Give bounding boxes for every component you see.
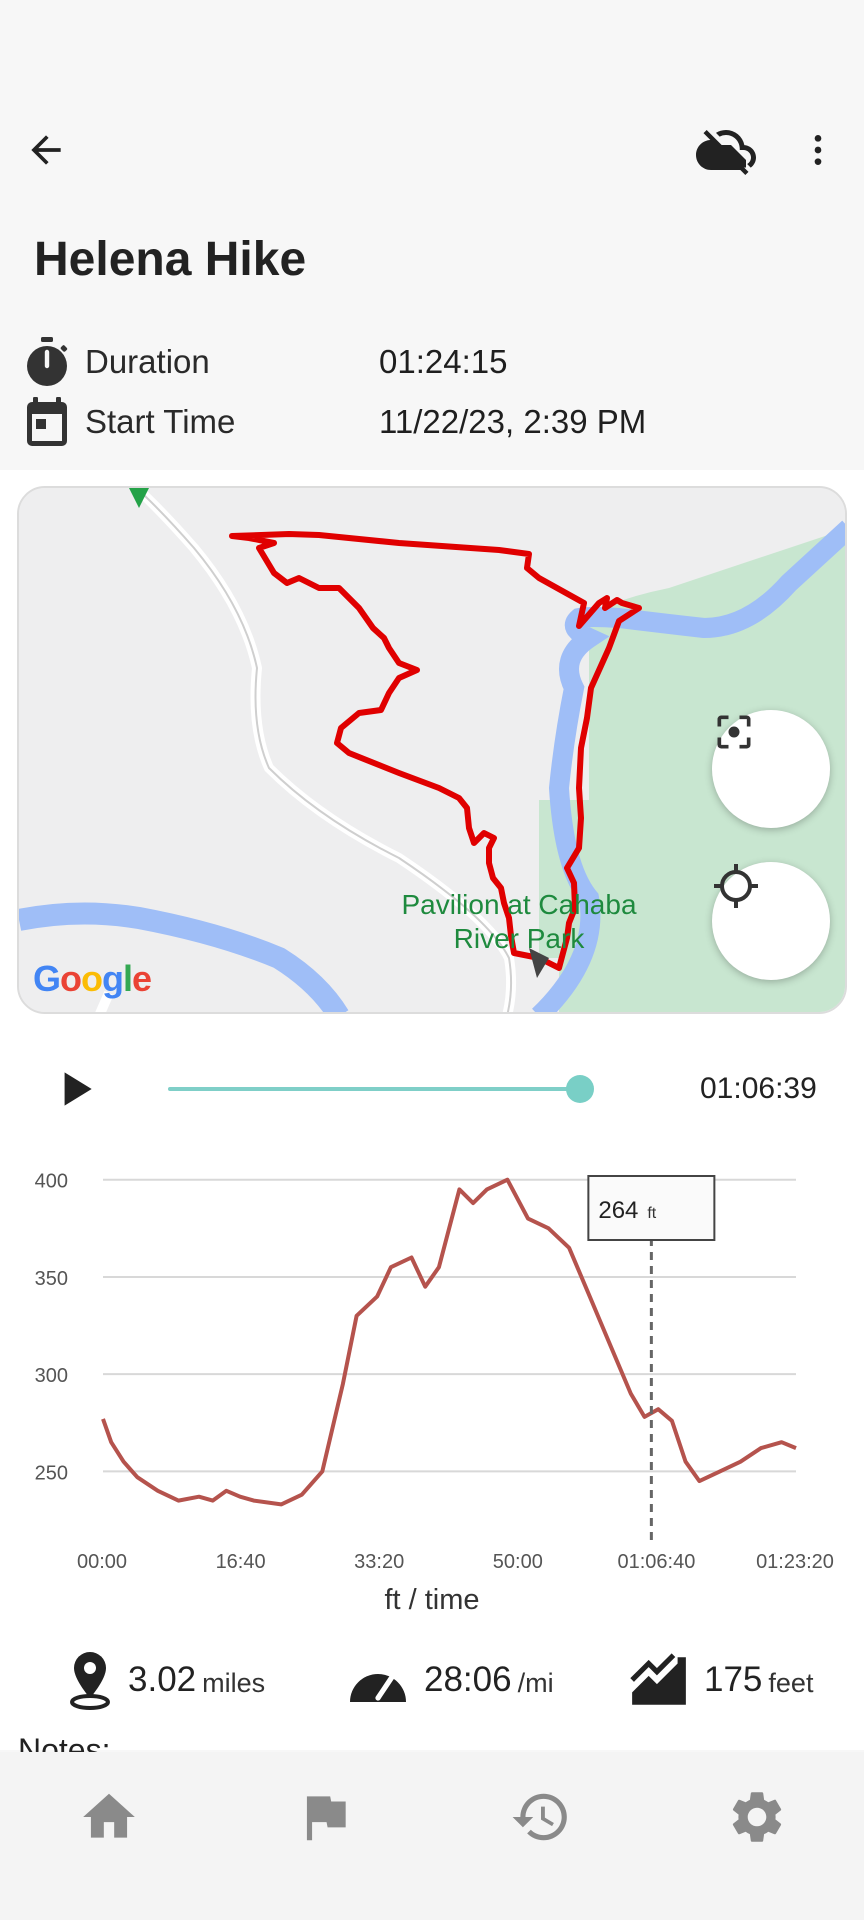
google-logo: Google (33, 958, 152, 999)
x-tick-label: 16:40 (216, 1551, 266, 1573)
settings-icon (732, 1792, 782, 1842)
location-pin-icon (70, 1652, 110, 1710)
more-vert-icon (814, 135, 822, 165)
chart-marker-unit: ft (647, 1205, 656, 1222)
playback-slider-thumb[interactable] (566, 1075, 594, 1103)
speedometer-icon (350, 1671, 406, 1702)
x-tick-label: 33:20 (354, 1551, 404, 1573)
start-time-label: Start Time (85, 403, 236, 440)
chart-axis-label: ft / time (384, 1584, 480, 1616)
center-focus-icon (717, 715, 751, 749)
distance-unit: miles (202, 1667, 266, 1698)
nav-settings[interactable] (722, 1782, 792, 1852)
start-time-value: 11/22/23, 2:39 PM (379, 403, 647, 440)
cloud-sync-button[interactable] (690, 110, 762, 190)
notes-label: Notes: (18, 1732, 111, 1754)
distance-stat: 3.02 miles (66, 1640, 265, 1720)
flag-icon (306, 1796, 346, 1841)
back-button[interactable] (14, 110, 78, 190)
poi-label-line1: Pavilion at Cahaba (401, 889, 637, 920)
poi-label-line2: River Park (453, 923, 585, 954)
nav-home[interactable] (74, 1782, 144, 1852)
pace-value: 28:06 (424, 1660, 512, 1699)
duration-label: Duration (85, 343, 210, 380)
y-tick-label: 250 (35, 1462, 68, 1484)
x-tick-label: 50:00 (493, 1551, 543, 1573)
more-options-button[interactable] (790, 110, 846, 190)
history-icon (512, 1793, 567, 1841)
x-tick-label: 01:06:40 (617, 1551, 695, 1573)
elevation-stat: 175 feet (628, 1640, 813, 1720)
bottom-navigation (0, 1752, 864, 1920)
elevation-chart: 250 300 350 400 00:00 16:40 33:20 50:00 01:06:40… (35, 1171, 834, 1573)
elevation-icon (630, 1653, 686, 1705)
poi-label: Pavilion at Cahaba River Park (369, 888, 669, 956)
timer-icon (22, 334, 72, 390)
cloud-off-icon (696, 130, 756, 175)
top-app-bar (0, 110, 864, 190)
elevation-value: 175 (704, 1660, 763, 1699)
route-map[interactable]: Pavilion at Cahaba River Park Google (17, 486, 847, 1014)
start-time-row: Start Time 11/22/23, 2:39 PM (22, 394, 646, 450)
my-location-icon (714, 864, 758, 908)
arrow-back-icon (31, 135, 61, 165)
nav-flag[interactable] (290, 1782, 360, 1852)
nav-history[interactable] (506, 1782, 576, 1852)
y-tick-label: 350 (35, 1268, 68, 1290)
my-location-button[interactable] (712, 862, 830, 980)
y-tick-label: 400 (35, 1171, 68, 1193)
play-icon (64, 1072, 92, 1106)
elevation-unit: feet (768, 1667, 814, 1698)
pace-stat: 28:06 /mi (346, 1640, 554, 1720)
duration-value: 01:24:15 (379, 343, 508, 380)
playback-time: 01:06:39 (700, 1072, 817, 1105)
home-icon (83, 1793, 135, 1838)
stats-row: 3.02 miles 28:06 /mi 175 feet (0, 1640, 864, 1720)
x-tick-label: 01:23:20 (756, 1551, 834, 1573)
y-tick-label: 300 (35, 1365, 68, 1387)
chart-marker-value: 264 (598, 1197, 638, 1224)
calendar-icon (22, 394, 72, 450)
page-title: Helena Hike (34, 233, 307, 286)
play-button[interactable] (50, 1064, 100, 1114)
pace-unit: /mi (517, 1667, 554, 1698)
playback-slider-track[interactable] (168, 1087, 580, 1091)
x-tick-label: 00:00 (77, 1551, 127, 1573)
duration-row: Duration 01:24:15 (22, 334, 507, 390)
distance-value: 3.02 (128, 1660, 197, 1699)
fit-route-button[interactable] (712, 710, 830, 828)
